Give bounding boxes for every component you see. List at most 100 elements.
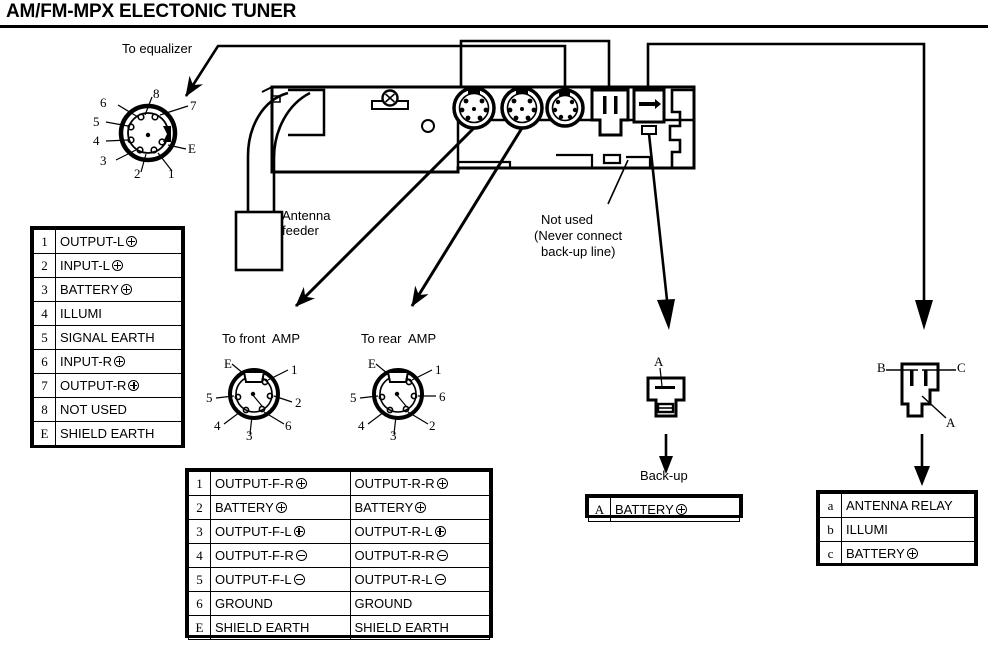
table-row: 3 BATTERY [33,277,182,302]
cell-text: OUTPUT-R-L [354,572,433,587]
cell-text: OUTPUT-L [60,234,125,249]
pin-function-cell: ANTENNA RELAY [841,493,975,518]
pin-function-cell: OUTPUT-F-R [210,543,351,568]
rear-amp-pin-label-4: 4 [358,418,365,433]
pin-number-cell: 5 [33,325,56,350]
cell-text: ANTENNA RELAY [846,498,953,513]
cell-text: 4 [41,305,48,321]
pin-function-cell: BATTERY [210,495,351,520]
leader-backup-arrowhead [657,299,675,330]
eq-pin-label-7: 7 [190,98,197,113]
cell-text: SIGNAL EARTH [60,330,155,345]
pin-number-cell: a [819,493,842,518]
table-row: 1 OUTPUT-L [33,229,182,254]
cell-text: OUTPUT-R-R [354,476,435,491]
cell-text: 5 [41,329,48,345]
relay-pin-label-B: B [877,360,886,375]
cell-text: OUTPUT-R-L [354,524,433,539]
cell-text: 1 [196,475,203,491]
relay-connector-body [886,362,956,419]
cell-text: 6 [41,353,48,369]
table-row: 5 OUTPUT-F-L OUTPUT-R-L [188,567,490,592]
pin-function-cell: SHIELD EARTH [349,615,490,640]
equalizer-table-body: 1 OUTPUT-L 2 INPUT-L 3 BATTERY 4 ILLUMI 5 SIGNAL … [33,229,182,446]
pin-number-cell: 4 [33,301,56,326]
relay-pin-label-C: C [957,360,966,375]
cell-text: 7 [41,377,48,393]
cell-text: SHIELD EARTH [354,620,449,635]
cell-text: INPUT-R [60,354,112,369]
eq-pin-label-2: 2 [134,166,141,181]
pin-function-cell: SIGNAL EARTH [55,325,182,350]
leader-not-used [607,159,629,205]
eq-pin-label-1: 1 [168,166,175,181]
cell-text: 5 [196,571,203,587]
pin-number-cell: 5 [188,567,211,592]
pin-number-cell: 2 [188,495,211,520]
label-antenna-feeder-line1: Antenna [282,208,331,223]
pin-function-cell: GROUND [349,591,490,616]
circled-plus-icon [436,478,448,489]
pin-number-cell: A [588,497,611,522]
cell-text: OUTPUT-R [60,378,127,393]
din-socket-front-amp [452,86,496,130]
cell-text: 6 [196,595,203,611]
cell-text: ILLUMI [60,306,102,321]
leader-relay-top [646,42,926,302]
page-title: AM/FM-MPX ELECTONIC TUNER [6,1,297,22]
table-row: 6 GROUND GROUND [188,591,490,616]
cell-text: 3 [196,523,203,539]
front-amp-connector-face [215,363,293,435]
chassis-backup-connector [590,88,630,137]
pin-number-cell: 1 [33,229,56,254]
pin-function-cell: OUTPUT-F-R [210,471,351,496]
pin-function-cell: GROUND [210,591,351,616]
rear-amp-pin-label-3: 3 [390,428,397,443]
pin-function-cell: OUTPUT-R [55,373,182,398]
circled-plus-icon [111,260,123,271]
rear-amp-pin-label-5: 5 [350,390,357,405]
pin-function-cell: OUTPUT-R-L [349,519,490,544]
cell-text: INPUT-L [60,258,110,273]
relay-table-body: a ANTENNA RELAY b ILLUMI c BATTERY [819,493,975,566]
circled-plus-icon [295,478,307,489]
cell-text: GROUND [215,596,273,611]
circled-plus-icon [114,356,125,367]
cell-text: 8 [41,401,48,417]
cell-text: c [827,545,834,561]
cell-text: E [40,425,49,441]
chassis-right-bracket [668,88,696,170]
rear-amp-pin-label-1: 1 [435,362,442,377]
cell-text: GROUND [354,596,413,611]
eq-pin-label-5: 5 [93,114,100,129]
circled-minus-icon [295,550,307,561]
amp-pin-table: 1 OUTPUT-F-R OUTPUT-R-R 2 BATTERY BATTERY 3 OUT… [185,468,493,640]
pin-function-cell: NOT USED [55,397,182,422]
backup-table-body: A BATTERY [588,497,740,522]
title-divider [0,25,988,28]
pin-number-cell: 2 [33,253,56,278]
circled-minus-icon [436,550,448,561]
cell-text: NOT USED [60,402,127,417]
label-back-up: Back-up [640,468,688,483]
cell-text: OUTPUT-F-L [215,572,292,587]
leader-relay-arrowhead [915,300,933,330]
cell-text: BATTERY [615,502,674,517]
front-amp-pin-label-2: 2 [295,395,302,410]
pin-function-cell: OUTPUT-R-L [349,567,490,592]
pin-function-cell: SHIELD EARTH [55,421,182,446]
label-not-used-line3: back-up line) [541,244,616,259]
front-amp-pin-label-1: 1 [291,362,298,377]
pin-number-cell: c [819,541,842,566]
cell-text: OUTPUT-F-R [215,476,294,491]
pin-function-cell: BATTERY [349,495,490,520]
table-row: E SHIELD EARTH SHIELD EARTH [188,615,490,640]
din-socket-equalizer [545,88,585,128]
eq-pin-label-8: 8 [153,86,160,101]
rear-amp-pin-label-2: 2 [429,418,436,433]
pin-function-cell: ILLUMI [841,517,975,542]
circled-plus-icon [275,502,287,513]
cell-text: SHIELD EARTH [215,620,310,635]
circled-plus-icon [126,236,138,247]
table-row: A BATTERY [588,497,740,522]
